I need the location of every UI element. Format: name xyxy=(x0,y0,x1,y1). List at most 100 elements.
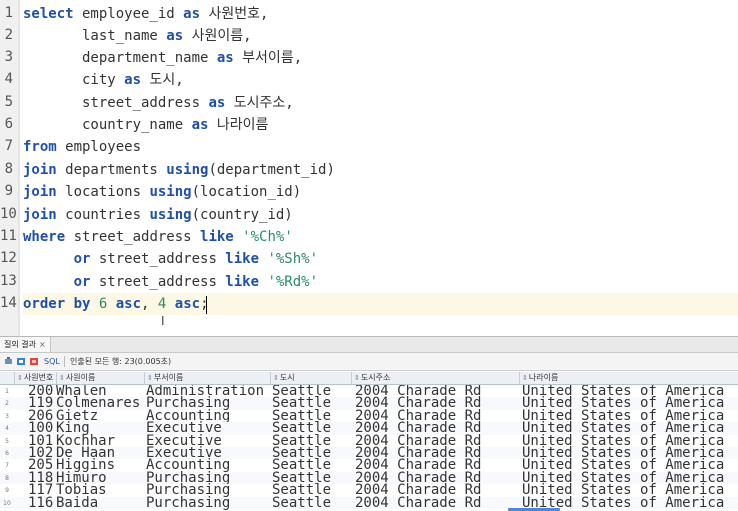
tab-query-result-label: 질의 결과 xyxy=(4,340,36,349)
result-grid[interactable]: 1 200 Whalen Administration Seattle 2004 Char… xyxy=(0,385,738,511)
row-number: 7 xyxy=(5,462,9,470)
column-alias: 도시 xyxy=(149,72,176,88)
code-line[interactable]: select employee_id as 사원번호, xyxy=(23,3,738,25)
sql-text: street_address xyxy=(90,251,226,267)
row-number-header xyxy=(0,372,15,384)
code-line[interactable]: join departments using(department_id) xyxy=(23,159,738,181)
sql-text: country_name xyxy=(23,117,192,133)
sql-text: ; xyxy=(200,296,209,312)
sql-string: '%Rd%' xyxy=(267,274,319,290)
row-number: 1 xyxy=(5,388,9,395)
result-grid-header: ⇕사원번호 ⇕사원이름 ⇕부서이름 ⇕도시 ⇕도시주소 ⇕나라이름 xyxy=(0,372,738,385)
sql-keyword: like xyxy=(225,274,260,290)
sql-text: departments xyxy=(56,162,167,178)
column-header[interactable]: ⇕사원번호 xyxy=(14,372,56,384)
column-alias: 나라이름 xyxy=(216,117,269,133)
toolbar-divider xyxy=(64,356,65,367)
table-row[interactable]: 10 116 Baida Purchasing Seattle 2004 Charade … xyxy=(0,496,738,510)
code-line[interactable]: street_address as 도시주소, xyxy=(23,92,738,114)
sql-keyword: as xyxy=(208,95,226,111)
sql-keyword: join xyxy=(23,184,57,200)
line-number: 9 xyxy=(4,183,13,199)
row-number: 10 xyxy=(3,499,11,507)
sort-icon[interactable]: ⇕ xyxy=(273,374,279,382)
result-toolbar: SQL 인출된 모든 행: 23(0.005초) xyxy=(0,353,738,371)
sql-text: , xyxy=(141,296,158,312)
line-number: 6 xyxy=(4,116,13,132)
column-header[interactable]: ⇕부서이름 xyxy=(144,372,270,384)
table-cell[interactable]: Seattle xyxy=(272,496,331,510)
sql-keyword: as xyxy=(124,72,142,88)
row-number: 4 xyxy=(5,425,9,433)
row-number: 3 xyxy=(5,412,9,420)
pin-icon[interactable] xyxy=(4,357,13,366)
table-cell[interactable]: Purchasing xyxy=(146,496,230,510)
sql-keyword: select xyxy=(23,6,74,22)
code-line[interactable]: country_name as 나라이름 xyxy=(23,114,738,136)
text-caret xyxy=(206,296,207,314)
sql-editor[interactable]: 1 2 3 4 5 6 7 8 9 10 11 12 13 14 select employee_id a… xyxy=(0,0,738,336)
column-header-label: 나라이름 xyxy=(528,373,559,382)
sql-keyword: where xyxy=(23,229,66,245)
tab-query-result[interactable]: 질의 결과 × xyxy=(0,337,51,352)
column-header[interactable]: ⇕도시주소 xyxy=(351,372,519,384)
sql-text: (department_id) xyxy=(208,162,335,178)
code-line[interactable]: or street_address like '%Sh%' xyxy=(23,248,738,270)
sql-text: street_address xyxy=(90,274,226,290)
sql-text: , xyxy=(259,6,269,22)
line-number: 8 xyxy=(4,161,13,177)
column-header-label: 사원번호 xyxy=(23,373,54,382)
line-number: 5 xyxy=(4,94,13,110)
sql-text: employee_id xyxy=(73,6,184,22)
export-icon[interactable] xyxy=(17,357,26,366)
sort-icon[interactable]: ⇕ xyxy=(59,374,65,382)
column-alias: 도시주소 xyxy=(233,95,286,111)
table-cell[interactable]: Baida xyxy=(56,496,98,510)
sql-keyword: join xyxy=(23,207,57,223)
column-header[interactable]: ⇕나라이름 xyxy=(519,372,738,384)
table-cell[interactable]: 2004 Charade Rd xyxy=(355,496,481,510)
sort-icon[interactable]: ⇕ xyxy=(522,374,528,382)
sql-keyword: using xyxy=(149,184,192,200)
sql-text: street_address xyxy=(65,229,201,245)
code-line[interactable]: city as 도시, xyxy=(23,69,738,91)
column-header[interactable]: ⇕사원이름 xyxy=(56,372,144,384)
sql-keyword: using xyxy=(149,207,192,223)
close-icon[interactable]: × xyxy=(39,340,46,349)
sql-text: department_name xyxy=(23,50,217,66)
gutter-divider xyxy=(18,0,20,336)
code-line[interactable]: join locations using(location_id) xyxy=(23,181,738,203)
code-line[interactable]: from employees xyxy=(23,136,738,158)
sql-text: , xyxy=(285,95,294,111)
code-line[interactable]: order by 6 asc, 4 asc; xyxy=(23,293,738,315)
code-line[interactable]: where street_address like '%Ch%' xyxy=(23,226,738,248)
line-number: 7 xyxy=(4,138,13,154)
code-line[interactable]: join countries using(country_id) xyxy=(23,204,738,226)
sql-keyword: from xyxy=(23,139,57,155)
sql-keyword: join xyxy=(23,162,57,178)
sql-text: countries xyxy=(56,207,150,223)
refresh-icon[interactable] xyxy=(30,357,39,366)
sql-string: '%Ch%' xyxy=(242,229,293,245)
sql-keyword: or xyxy=(73,251,91,267)
column-header[interactable]: ⇕도시 xyxy=(270,372,351,384)
line-number: 10 xyxy=(0,206,17,222)
code-line[interactable]: or street_address like '%Rd%' xyxy=(23,271,738,293)
table-cell[interactable]: 116 xyxy=(28,496,53,510)
column-alias: 사원이름 xyxy=(191,28,244,44)
code-line[interactable]: department_name as 부서이름, xyxy=(23,47,738,69)
sql-button[interactable]: SQL xyxy=(44,353,60,370)
sql-keyword: as xyxy=(183,6,201,22)
code-line[interactable]: last_name as 사원이름, xyxy=(23,25,738,47)
column-header-label: 사원이름 xyxy=(65,373,96,382)
sort-icon[interactable]: ⇕ xyxy=(17,374,23,382)
line-number: 12 xyxy=(0,250,17,266)
sort-icon[interactable]: ⇕ xyxy=(147,374,153,382)
sort-icon[interactable]: ⇕ xyxy=(354,374,360,382)
